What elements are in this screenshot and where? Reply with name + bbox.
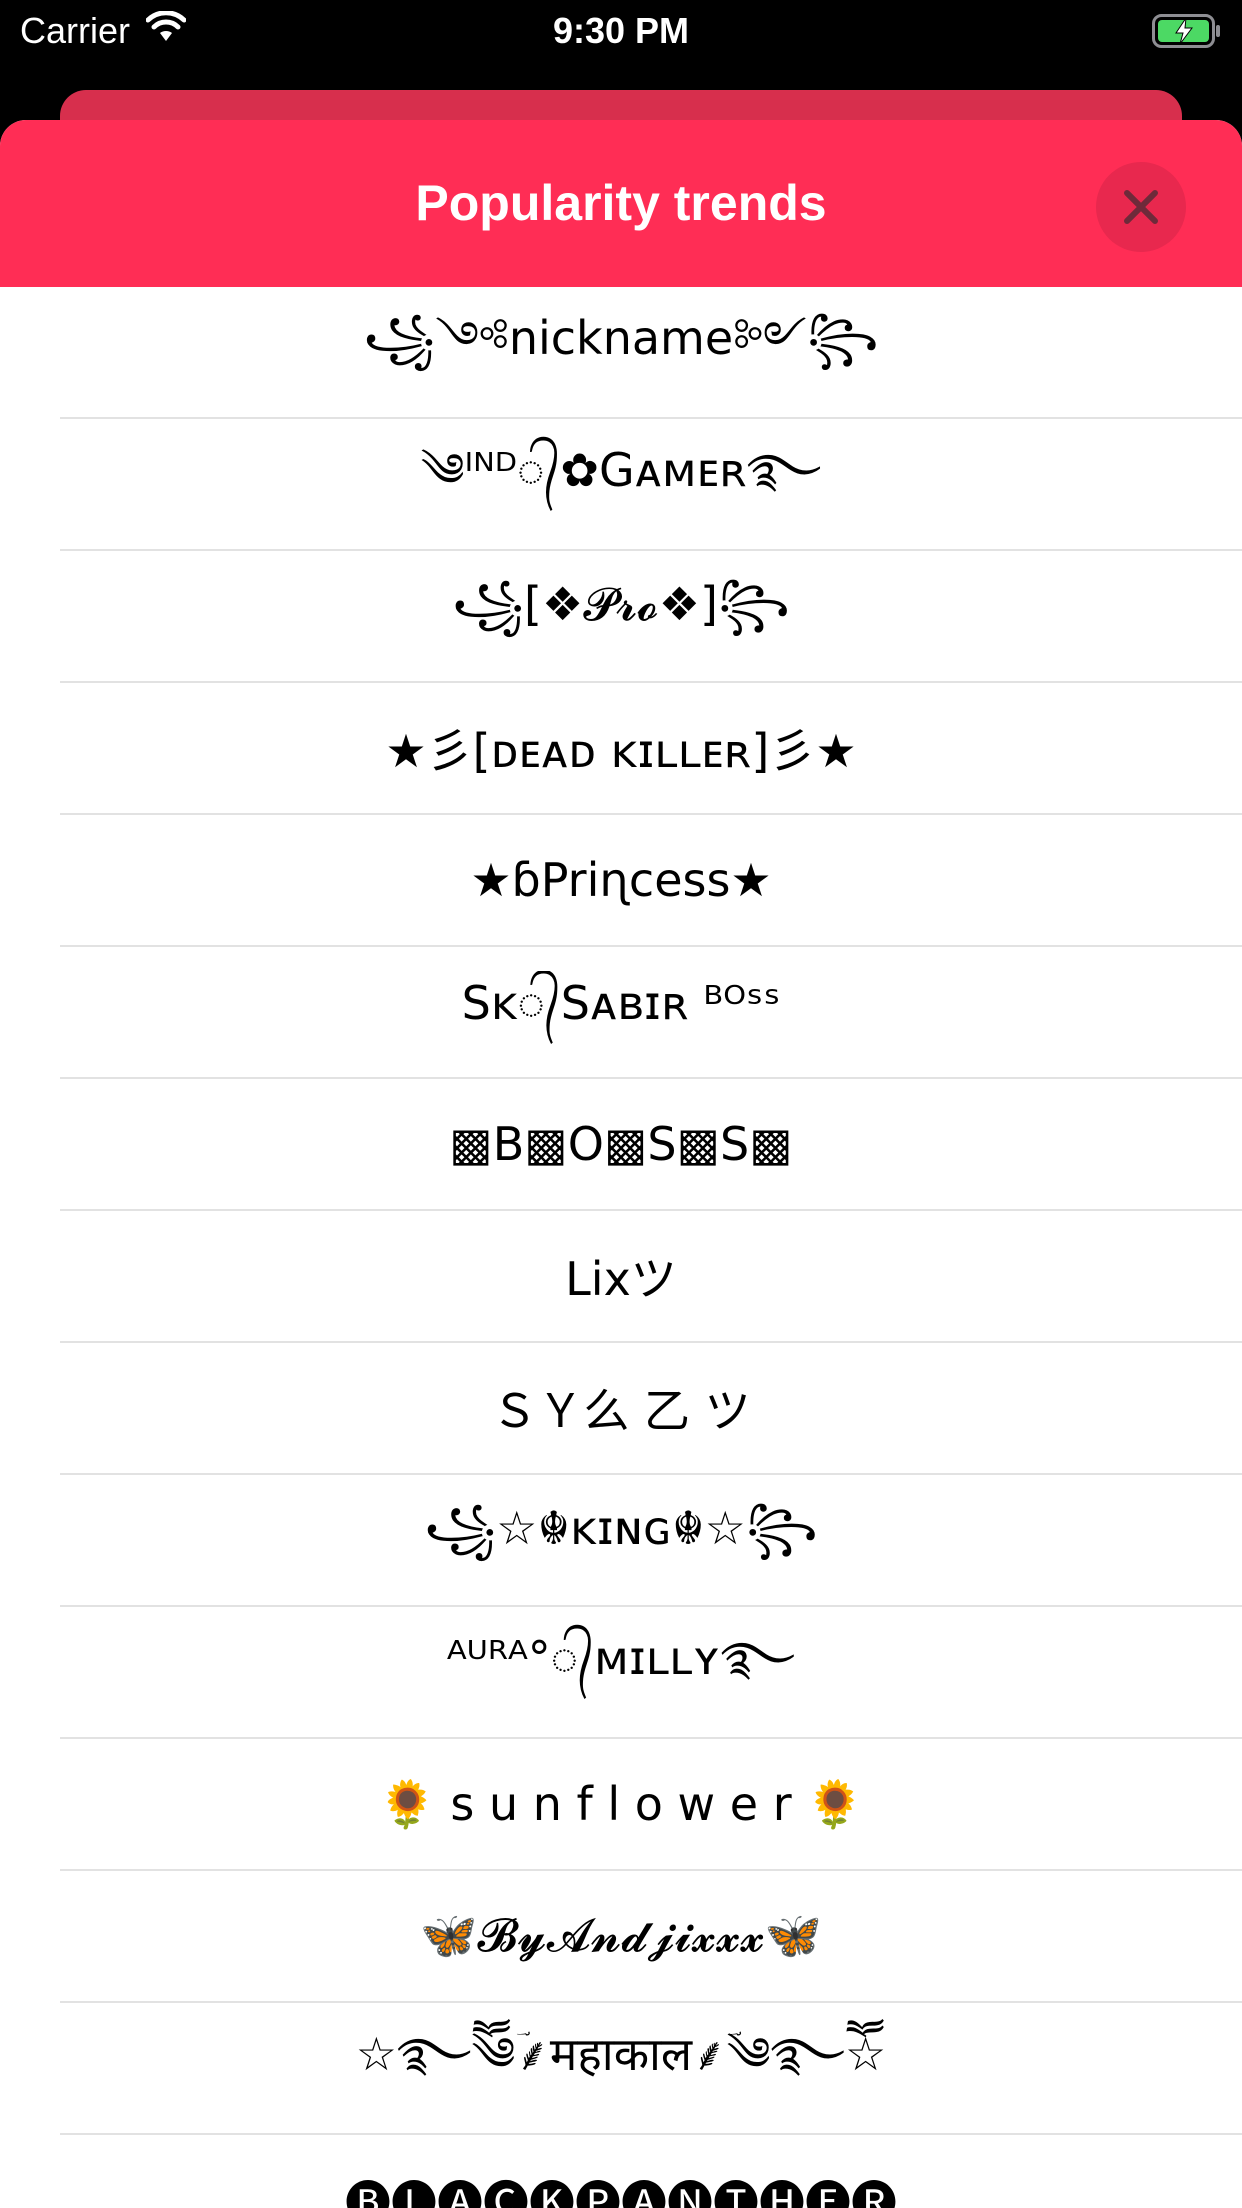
list-item[interactable]: ★ɓPriɳcess★ <box>60 815 1242 947</box>
list-item[interactable]: 🅑🅛🅐🅒🅚🅟🅐🅝🅣🅗🅔🅡 <box>60 2135 1242 2208</box>
list-item[interactable]: 🌻 s u n f l o w e r 🌻 <box>60 1739 1242 1871</box>
status-time: 9:30 PM <box>552 10 690 51</box>
list-item[interactable]: ☆࿐ཽ༄ؔ⸙महाकाल⸙ؔ༄࿐ཽ☆ <box>60 2003 1242 2135</box>
list-item[interactable]: ꧁༺nickname༻꧂ <box>60 287 1242 419</box>
nickname-text: Sᴋ᭄Sᴀʙɪʀ ᴮᴼˢˢ <box>461 976 781 1030</box>
nickname-text: ꧁☆☬ᴋɪɴɢ☬☆꧂ <box>424 1501 818 1555</box>
nickname-text: ꧁[❖𝓟𝓻𝓸❖]꧂ <box>452 577 790 631</box>
nickname-text: ★彡[ᴅᴇᴀᴅ ᴋɪʟʟᴇʀ]彡★ <box>385 724 857 778</box>
nickname-text: ▩B▩O▩S▩S▩ <box>449 1117 793 1171</box>
list-item[interactable]: Lixツ <box>60 1211 1242 1343</box>
list-item[interactable]: 🦋𝓑𝔂𝓐𝓷𝓭𝓳𝓲𝔁𝔁𝔁🦋 <box>60 1871 1242 2003</box>
list-item[interactable]: ★彡[ᴅᴇᴀᴅ ᴋɪʟʟᴇʀ]彡★ <box>60 683 1242 815</box>
nickname-text: ☆࿐ཽ༄ؔ⸙महाकाल⸙ؔ༄࿐ཽ☆ <box>355 2026 887 2081</box>
list-item[interactable]: ᴬᵁᴿᴬ°᭄ᴍɪʟʟʏ࿐ <box>60 1607 1242 1739</box>
list-item[interactable]: ꧁☆☬ᴋɪɴɢ☬☆꧂ <box>60 1475 1242 1607</box>
nickname-text: ★ɓPriɳcess★ <box>470 853 772 907</box>
list-item[interactable]: ▩B▩O▩S▩S▩ <box>60 1079 1242 1211</box>
sheet-title: Popularity trends <box>415 175 827 231</box>
battery-charging-icon <box>1152 14 1222 48</box>
status-bar: Carrier 9:30 PM <box>0 0 1242 62</box>
nickname-text: Lixツ <box>565 1252 677 1306</box>
nickname-list: ꧁༺nickname༻꧂ ༄ᴵᴺᴰ᭄✿Gᴀᴍᴇʀ࿐ ꧁[❖𝓟𝓻𝓸❖]꧂ ★彡[ᴅ… <box>0 287 1242 2208</box>
sheet-header: Popularity trends <box>0 120 1242 287</box>
nickname-text: 🅑🅛🅐🅒🅚🅟🅐🅝🅣🅗🅔🅡 <box>345 2176 897 2208</box>
nickname-text: ꧁༺nickname༻꧂ <box>363 310 879 365</box>
nickname-text: ᴬᵁᴿᴬ°᭄ᴍɪʟʟʏ࿐ <box>446 1630 796 1685</box>
nickname-text: 🌻 s u n f l o w e r 🌻 <box>378 1776 864 1831</box>
nickname-text: ༄ᴵᴺᴰ᭄✿Gᴀᴍᴇʀ࿐ <box>420 442 822 497</box>
popularity-sheet: Popularity trends ꧁༺nickname༻꧂ ༄ᴵᴺᴰ᭄✿Gᴀᴍ… <box>0 120 1242 2208</box>
list-item[interactable]: ＳＹ么 乙 ツ <box>60 1343 1242 1475</box>
close-button[interactable] <box>1096 162 1186 252</box>
close-icon <box>1124 190 1158 224</box>
nickname-text: ＳＹ么 乙 ツ <box>491 1384 751 1438</box>
nickname-text: 🦋𝓑𝔂𝓐𝓷𝓭𝓳𝓲𝔁𝔁𝔁🦋 <box>420 1908 822 1962</box>
list-item[interactable]: ༄ᴵᴺᴰ᭄✿Gᴀᴍᴇʀ࿐ <box>60 419 1242 551</box>
list-item[interactable]: ꧁[❖𝓟𝓻𝓸❖]꧂ <box>60 551 1242 683</box>
list-item[interactable]: Sᴋ᭄Sᴀʙɪʀ ᴮᴼˢˢ <box>60 947 1242 1079</box>
